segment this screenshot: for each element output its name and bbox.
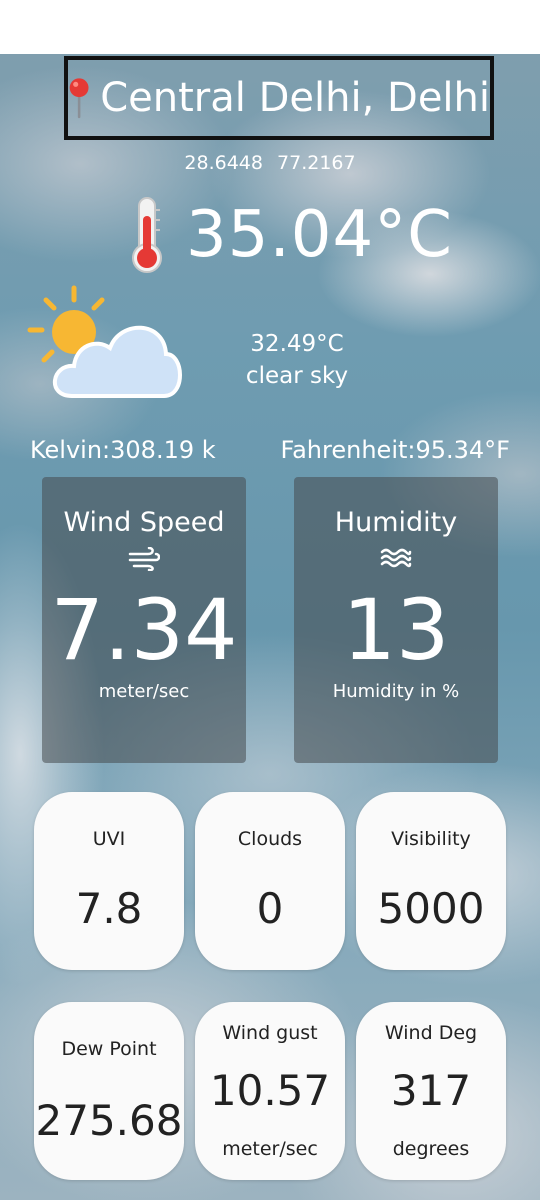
longitude: 77.2167	[277, 152, 356, 174]
dew-point-value: 275.68	[35, 1096, 183, 1145]
wind-gust-label: Wind gust	[222, 1022, 318, 1044]
wind-speed-card: Wind Speed 7.34 meter/sec	[42, 477, 246, 763]
wind-speed-value: 7.34	[50, 581, 238, 679]
latitude: 28.6448	[184, 152, 263, 174]
uvi-value: 7.8	[75, 884, 143, 933]
map-pin-icon	[69, 78, 89, 119]
visibility-tile: Visibility 5000	[356, 792, 506, 970]
wind-deg-value: 317	[390, 1066, 472, 1115]
temperature-row: 35.04°C	[130, 196, 453, 274]
dew-point-tile: Dew Point 275.68	[34, 1002, 184, 1180]
wind-gust-value: 10.57	[209, 1066, 331, 1115]
feels-like-temp: 32.49°C	[250, 331, 344, 357]
dew-point-label: Dew Point	[61, 1038, 157, 1060]
partly-cloudy-icon	[27, 285, 182, 398]
wind-gust-unit: meter/sec	[222, 1138, 318, 1160]
wind-gust-tile: Wind gust 10.57 meter/sec	[195, 1002, 345, 1180]
wind-deg-label: Wind Deg	[384, 1022, 478, 1044]
humidity-card: Humidity 13 Humidity in %	[294, 477, 498, 763]
temperature-conversions: Kelvin:308.19 k Fahrenheit:95.34°F	[0, 436, 540, 464]
visibility-label: Visibility	[391, 828, 471, 850]
humidity-title: Humidity	[334, 507, 458, 538]
location-header: Central Delhi, Delhi	[64, 56, 494, 140]
clouds-tile: Clouds 0	[195, 792, 345, 970]
clouds-label: Clouds	[237, 828, 303, 850]
humidity-value: 13	[342, 581, 450, 679]
fahrenheit-value: Fahrenheit:95.34°F	[280, 436, 511, 464]
humidity-unit: Humidity in %	[332, 681, 460, 702]
temperature-value: 35.04°C	[186, 198, 453, 272]
uvi-label: UVI	[92, 828, 126, 850]
wind-speed-unit: meter/sec	[98, 681, 190, 702]
coordinates: 28.6448 77.2167	[0, 152, 540, 174]
weather-summary: 32.49°C clear sky	[222, 328, 372, 392]
wind-deg-tile: Wind Deg 317 degrees	[356, 1002, 506, 1180]
wind-speed-title: Wind Speed	[63, 507, 225, 538]
kelvin-value: Kelvin:308.19 k	[30, 436, 216, 464]
uvi-tile: UVI 7.8	[34, 792, 184, 970]
wind-icon	[42, 546, 246, 577]
thermometer-icon	[132, 197, 162, 273]
wind-deg-unit: degrees	[392, 1138, 470, 1160]
weather-description: clear sky	[245, 363, 349, 389]
clouds-value: 0	[256, 884, 284, 933]
visibility-value: 5000	[377, 884, 485, 933]
location-name: Central Delhi, Delhi	[100, 75, 490, 121]
waves-icon	[294, 547, 498, 575]
